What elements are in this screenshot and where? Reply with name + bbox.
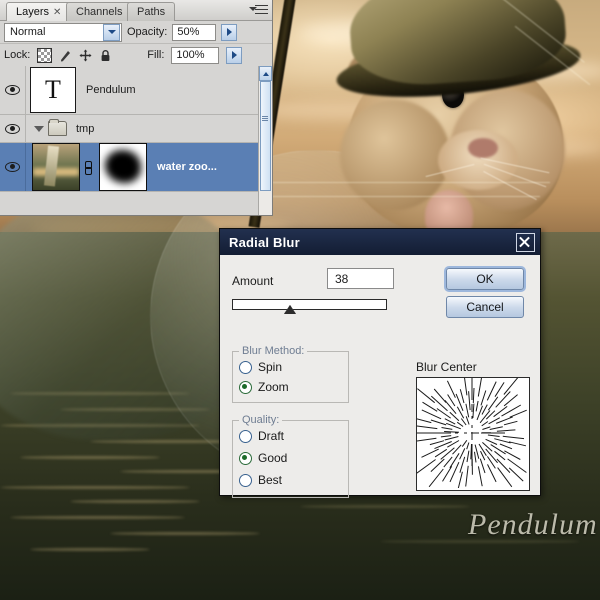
radio-icon-selected[interactable] <box>239 380 252 394</box>
layer-mask-thumbnail[interactable] <box>99 143 147 191</box>
chevron-down-icon[interactable] <box>103 23 120 41</box>
lock-image-pixels-icon[interactable] <box>59 49 72 62</box>
fill-input[interactable]: 100% <box>171 46 220 64</box>
wave <box>30 548 150 551</box>
wave <box>10 516 185 519</box>
blur-method-legend: Blur Method: <box>239 345 308 357</box>
tab-channels[interactable]: Channels <box>66 2 133 21</box>
eye-icon[interactable] <box>5 123 20 134</box>
amount-input[interactable]: 38 <box>327 268 394 289</box>
radio-icon[interactable] <box>239 473 252 487</box>
fill-stepper-icon[interactable] <box>226 46 243 64</box>
wave <box>300 505 470 508</box>
blend-mode-value: Normal <box>10 26 46 38</box>
tab-paths[interactable]: Paths <box>127 2 176 21</box>
layer-row-water-zoo[interactable]: water zoo... <box>0 143 272 192</box>
eye-icon[interactable] <box>5 162 20 172</box>
lock-position-icon[interactable] <box>79 49 92 62</box>
radio-icon[interactable] <box>239 360 252 374</box>
layer-name-water-zoo: water zoo... <box>157 161 217 173</box>
wave <box>110 532 260 535</box>
opacity-input[interactable]: 50% <box>172 23 217 41</box>
tab-close-icon[interactable]: ✕ <box>53 7 61 18</box>
radio-icon[interactable] <box>239 429 252 443</box>
quality-legend: Quality: <box>239 414 283 426</box>
layer-name-pendulum: Pendulum <box>86 84 136 96</box>
radio-quality-best-label: Best <box>258 473 283 487</box>
tab-layers-label: Layers <box>16 6 50 18</box>
dialog-title-bar[interactable]: Radial Blur <box>220 229 540 255</box>
layer-row-tmp[interactable]: tmp <box>0 115 272 143</box>
layer-list: T Pendulum tmp water zoo... <box>0 66 272 215</box>
layer-visibility-toggle[interactable] <box>0 115 26 142</box>
cancel-button[interactable]: Cancel <box>446 296 524 318</box>
panel-menu-icon[interactable] <box>247 2 269 18</box>
lock-label: Lock: <box>4 49 31 61</box>
text-layer-thumbnail[interactable]: T <box>30 67 76 113</box>
opacity-value: 50% <box>177 26 200 38</box>
folder-icon <box>48 119 67 136</box>
scrollbar-thumb[interactable] <box>260 81 271 191</box>
amount-slider-track[interactable] <box>232 299 387 310</box>
wave <box>0 486 190 489</box>
ok-button[interactable]: OK <box>446 268 524 290</box>
link-mask-icon[interactable] <box>83 160 92 175</box>
amount-slider-thumb[interactable] <box>284 305 297 314</box>
layer-visibility-toggle[interactable] <box>0 66 26 114</box>
screenshot-root: Pendulum Layers✕ Channels Paths Normal <box>0 0 600 600</box>
radio-quality-good-label: Good <box>258 451 288 465</box>
scroll-up-button[interactable] <box>259 66 272 81</box>
layer-row-pendulum[interactable]: T Pendulum <box>0 66 272 115</box>
radio-blur-method-spin-label: Spin <box>258 360 283 374</box>
tab-channels-label: Channels <box>76 6 123 18</box>
quality-group: Quality: Draft Good Best <box>232 414 349 498</box>
tab-layers[interactable]: Layers ✕ <box>6 2 72 21</box>
text-layer-glyph: T <box>45 75 61 104</box>
layer-visibility-toggle[interactable] <box>0 143 26 191</box>
close-icon[interactable] <box>516 232 535 252</box>
light-streak <box>250 182 550 183</box>
eye-icon[interactable] <box>5 85 20 95</box>
tab-paths-label: Paths <box>137 6 166 18</box>
wave <box>20 456 160 459</box>
lock-all-icon[interactable] <box>99 49 112 62</box>
opacity-label: Opacity: <box>127 26 168 38</box>
blur-center-preview[interactable] <box>416 377 530 491</box>
wave <box>70 500 200 503</box>
radio-icon-selected[interactable] <box>239 451 252 465</box>
fill-label: Fill: <box>147 49 165 61</box>
amount-label: Amount <box>232 274 274 288</box>
blur-method-group: Blur Method: Spin Zoom <box>232 345 349 403</box>
layer-thumbnail[interactable] <box>32 143 80 191</box>
watermark-text: Pendulum <box>468 508 598 541</box>
group-expand-caret-icon[interactable] <box>34 125 44 132</box>
radio-quality-good[interactable]: Good <box>239 451 287 465</box>
panel-tab-bar: Layers ✕ Channels Paths <box>0 0 272 21</box>
opacity-stepper-icon[interactable] <box>221 23 238 41</box>
radial-blur-dialog: Radial Blur Amount 38 OK Cancel Blur Met… <box>219 228 541 498</box>
dialog-body: Amount 38 OK Cancel Blur Method: Spin Zo… <box>220 255 540 498</box>
blend-mode-row: Normal Opacity: 50% <box>0 21 272 44</box>
blend-mode-select[interactable]: Normal <box>4 22 122 42</box>
ok-button-label: OK <box>476 272 494 286</box>
dialog-title: Radial Blur <box>229 234 300 250</box>
radial-zoom-preview-icon <box>417 378 527 488</box>
lock-row: Lock: Fill: 100% <box>0 44 272 67</box>
radio-quality-draft[interactable]: Draft <box>239 429 284 443</box>
amount-value: 38 <box>335 271 349 286</box>
fill-value: 100% <box>176 49 205 61</box>
layers-scrollbar[interactable] <box>258 66 272 215</box>
radio-blur-method-zoom-label: Zoom <box>258 380 289 394</box>
layers-panel: Layers✕ Channels Paths Normal Opacity: <box>0 0 273 216</box>
radio-blur-method-spin[interactable]: Spin <box>239 360 282 374</box>
radio-quality-draft-label: Draft <box>258 429 285 443</box>
cancel-button-label: Cancel <box>466 300 504 314</box>
radio-blur-method-zoom[interactable]: Zoom <box>239 380 289 394</box>
scrollbar-grip-icon <box>262 116 268 121</box>
radio-quality-best[interactable]: Best <box>239 473 282 487</box>
layer-name-tmp: tmp <box>76 122 95 135</box>
blur-center-label: Blur Center <box>416 360 477 374</box>
lock-transparent-pixels-icon[interactable] <box>37 47 53 63</box>
